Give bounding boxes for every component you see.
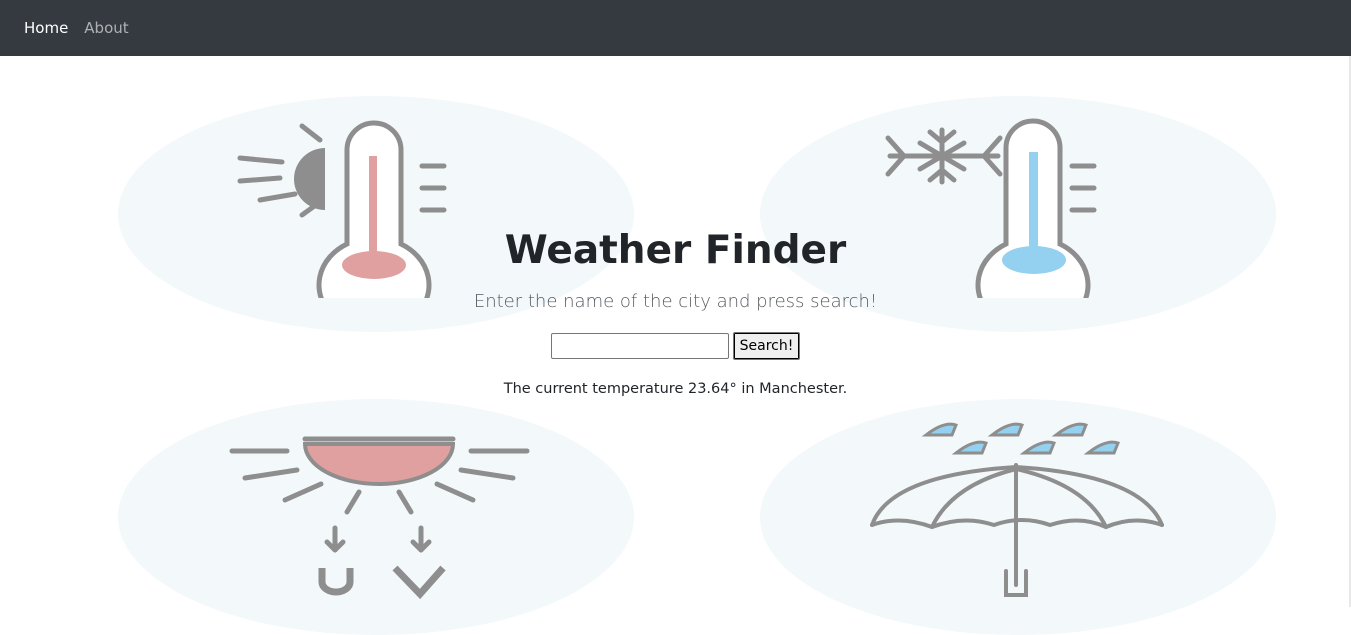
temperature-result: The current temperature 23.64° in Manche…: [503, 381, 848, 397]
page-title: Weather Finder: [504, 228, 847, 273]
search-button[interactable]: Search!: [732, 332, 801, 360]
search-form: Search!: [0, 332, 1351, 360]
nav-link-home[interactable]: Home: [24, 19, 68, 37]
umbrella-rain-icon: [860, 415, 1180, 605]
page-subtitle: Enter the name of the city and press sea…: [473, 291, 878, 312]
navbar: Home About: [0, 0, 1351, 56]
nav-link-about[interactable]: About: [84, 19, 128, 37]
uv-sun-icon: [225, 432, 535, 607]
city-search-input[interactable]: [550, 333, 729, 359]
